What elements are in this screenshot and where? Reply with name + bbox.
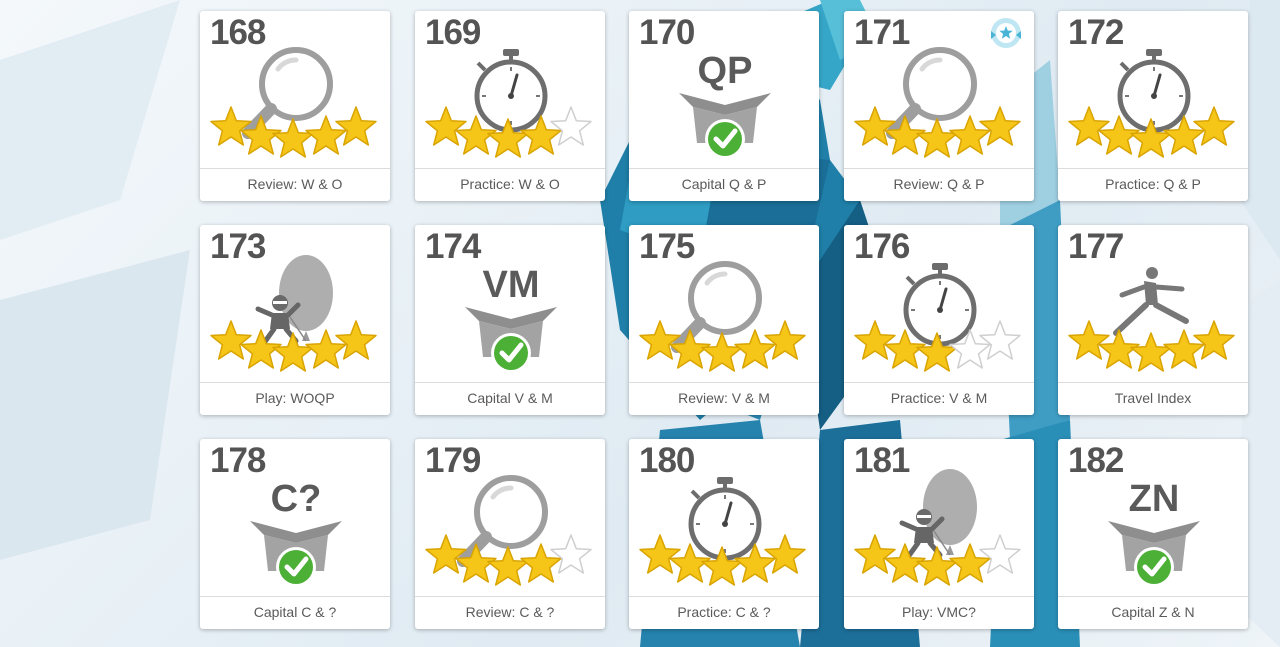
box-icon: C? (250, 478, 342, 587)
runner-icon (1113, 267, 1189, 336)
lesson-tile-182[interactable]: ZN 182 Capital Z & N (1058, 439, 1248, 629)
star-filled-icon (639, 534, 681, 574)
box-icon: VM (465, 264, 557, 373)
stopwatch-icon (474, 49, 548, 133)
lesson-number: 174 (425, 227, 481, 266)
lesson-label: Practice: V & M (890, 390, 988, 406)
box-letters: C? (271, 478, 322, 520)
lesson-label: Review: V & M (678, 390, 770, 406)
lesson-label: Play: VMC? (902, 604, 976, 620)
lesson-label: Capital Q & P (681, 176, 767, 192)
lesson-number: 182 (1068, 441, 1124, 480)
star-filled-icon (701, 332, 743, 372)
star-filled-icon (1130, 332, 1172, 372)
lesson-tile-180[interactable]: 180 Practice: C & ? (629, 439, 819, 629)
star-filled-icon (979, 106, 1021, 146)
lesson-label: Practice: W & O (460, 176, 560, 192)
lesson-tile-178[interactable]: C? 178 Capital C & ? (200, 439, 390, 629)
award-badge-icon (991, 18, 1021, 48)
stopwatch-icon (903, 263, 977, 347)
star-filled-icon (1068, 320, 1110, 360)
star-empty-icon (979, 320, 1021, 360)
lesson-tile-169[interactable]: 169 Practice: W & O (415, 11, 605, 201)
lesson-tile-179[interactable]: 179 Review: C & ? (415, 439, 605, 629)
lesson-tile-173[interactable]: 173 Play: WOQP (200, 225, 390, 415)
lesson-tile-174[interactable]: VM 174 Capital V & M (415, 225, 605, 415)
lesson-number: 177 (1068, 227, 1124, 266)
box-letters: QP (698, 50, 753, 92)
star-empty-icon (979, 534, 1021, 574)
box-icon: ZN (1108, 478, 1200, 587)
lesson-tile-175[interactable]: 175 Review: V & M (629, 225, 819, 415)
lesson-tile-176[interactable]: 176 Practice: V & M (844, 225, 1034, 415)
star-filled-icon (335, 320, 377, 360)
star-filled-icon (210, 320, 252, 360)
lesson-tile-168[interactable]: 168 Review: W & O (200, 11, 390, 201)
star-filled-icon (335, 106, 377, 146)
balloon-ninja-icon (255, 255, 333, 346)
lesson-number: 179 (425, 441, 481, 480)
lesson-number: 172 (1068, 13, 1124, 52)
lesson-grid: 168 Review: W & O 169 Practice: W & O QP 1… (0, 0, 1280, 647)
lesson-label: Review: Q & P (893, 176, 985, 192)
lesson-label: Travel Index (1114, 390, 1192, 406)
lesson-label: Practice: C & ? (677, 604, 771, 620)
lesson-label: Review: C & ? (465, 604, 555, 620)
star-filled-icon (272, 118, 314, 158)
stopwatch-icon (688, 477, 762, 561)
lesson-number: 176 (854, 227, 910, 266)
lesson-number: 170 (639, 13, 695, 52)
star-filled-icon (764, 534, 806, 574)
lesson-tile-170[interactable]: QP 170 Capital Q & P (629, 11, 819, 201)
star-filled-icon (210, 106, 252, 146)
star-filled-icon (1068, 106, 1110, 146)
lesson-number: 181 (854, 441, 910, 480)
star-empty-icon (550, 534, 592, 574)
star-filled-icon (487, 546, 529, 586)
lesson-number: 178 (210, 441, 266, 480)
lesson-number: 180 (639, 441, 695, 480)
lesson-label: Practice: Q & P (1105, 176, 1201, 192)
balloon-ninja-icon (899, 469, 977, 560)
lesson-label: Play: WOQP (255, 390, 335, 406)
star-filled-icon (854, 534, 896, 574)
lesson-label: Capital C & ? (253, 604, 337, 620)
lesson-number: 168 (210, 13, 266, 52)
star-filled-icon (639, 320, 681, 360)
lesson-label: Capital Z & N (1111, 604, 1195, 620)
star-empty-icon (550, 106, 592, 146)
lesson-tile-171[interactable]: 171 Review: Q & P (844, 11, 1034, 201)
lesson-tile-172[interactable]: 172 Practice: Q & P (1058, 11, 1248, 201)
star-filled-icon (764, 320, 806, 360)
star-filled-icon (425, 106, 467, 146)
star-filled-icon (854, 320, 896, 360)
lesson-label: Review: W & O (247, 176, 343, 192)
star-rating (210, 320, 377, 372)
star-rating (1068, 320, 1235, 372)
lesson-tile-177[interactable]: 177 Travel Index (1058, 225, 1248, 415)
lesson-tile-181[interactable]: 181 Play: VMC? (844, 439, 1034, 629)
lesson-number: 173 (210, 227, 266, 266)
star-filled-icon (1193, 106, 1235, 146)
stopwatch-icon (1117, 49, 1191, 133)
star-filled-icon (1193, 320, 1235, 360)
star-filled-icon (854, 106, 896, 146)
box-letters: VM (483, 264, 540, 306)
lesson-number: 175 (639, 227, 695, 266)
box-icon: QP (679, 50, 771, 159)
star-filled-icon (425, 534, 467, 574)
star-rating (854, 534, 1021, 586)
box-letters: ZN (1129, 478, 1180, 520)
lesson-number: 171 (854, 13, 910, 52)
star-filled-icon (916, 118, 958, 158)
lesson-label: Capital V & M (467, 390, 553, 406)
lesson-number: 169 (425, 13, 481, 52)
